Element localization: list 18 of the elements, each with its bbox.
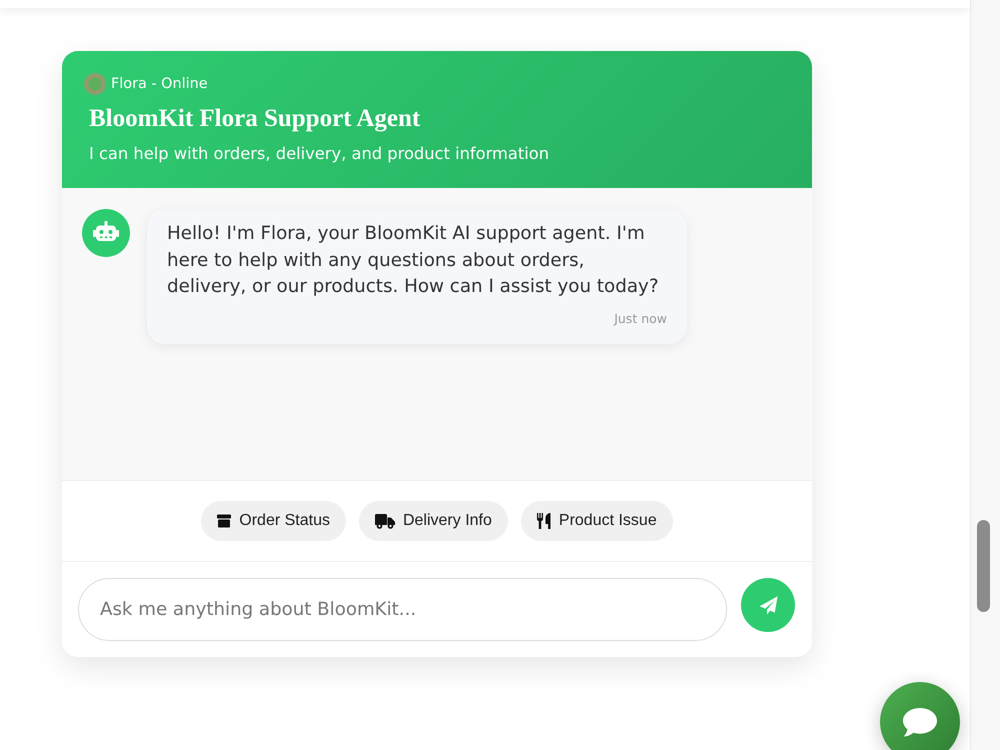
box-icon bbox=[217, 514, 232, 528]
quick-reply-button[interactable]: Product Issue bbox=[520, 501, 673, 541]
robot-icon bbox=[82, 209, 130, 257]
quick-reply-button[interactable]: Delivery Info bbox=[358, 501, 508, 541]
send-button[interactable] bbox=[741, 578, 795, 632]
scrollbar-thumb[interactable] bbox=[977, 520, 990, 612]
message-input[interactable]: Ask me anything about BloomKit... bbox=[78, 578, 727, 641]
truck-icon bbox=[374, 514, 395, 528]
status-dot-icon bbox=[84, 73, 106, 95]
message-time: Just now bbox=[612, 310, 667, 328]
status-label: Flora - Online bbox=[111, 75, 208, 94]
message-text: Hello! I'm Flora, your BloomKit AI support agent. I'm here to help with any questions about orders, delivery, or our products. How can I assist you today? bbox=[167, 222, 660, 299]
chat-title: BloomKit Flora Support Agent bbox=[89, 104, 420, 134]
send-icon bbox=[758, 596, 778, 614]
utensils-icon bbox=[536, 513, 551, 529]
chat-bubble-icon bbox=[903, 708, 937, 736]
quick-reply-button[interactable]: Order Status bbox=[201, 501, 346, 541]
chat-subtitle: I can help with orders, delivery, and product information bbox=[89, 143, 550, 165]
